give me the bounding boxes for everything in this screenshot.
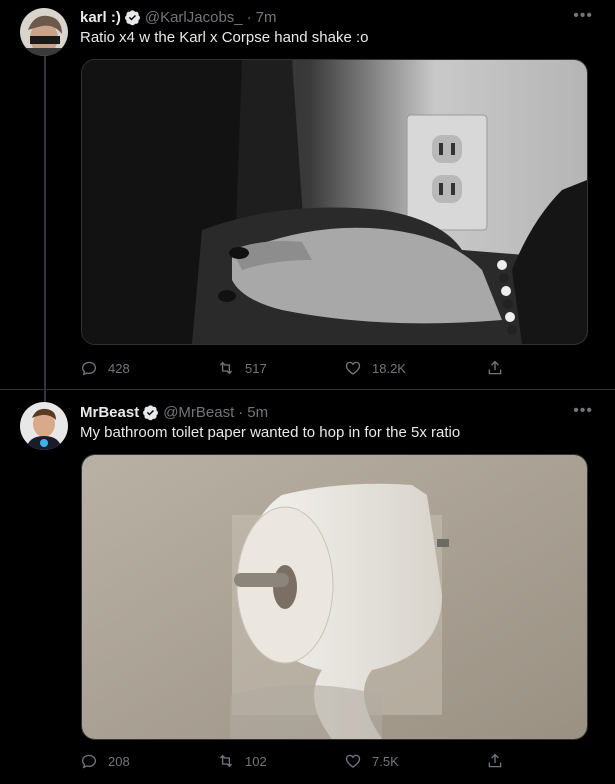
verified-badge-icon	[142, 404, 159, 421]
avatar[interactable]	[20, 8, 68, 56]
tweet-text: Ratio x4 w the Karl x Corpse hand shake …	[80, 29, 369, 46]
retweet-icon	[219, 361, 233, 375]
retweet-icon	[219, 754, 233, 768]
more-horizontal-icon[interactable]: •••	[573, 402, 593, 420]
tweet-divider	[0, 389, 615, 390]
more-horizontal-icon[interactable]: •••	[573, 7, 593, 25]
retweet-count: 517	[245, 360, 267, 376]
tweet-header: MrBeast @MrBeast · 5m	[80, 402, 268, 422]
display-name[interactable]: karl :)	[80, 9, 121, 26]
verified-badge-icon	[124, 9, 141, 26]
retweet-count: 102	[245, 753, 267, 769]
share-icon	[488, 753, 502, 768]
like-button[interactable]: 18.2K	[344, 359, 406, 377]
share-button[interactable]	[486, 752, 514, 770]
separator-dot: ·	[246, 8, 252, 26]
share-icon	[488, 360, 502, 375]
reply-button[interactable]: 208	[80, 752, 130, 770]
like-count: 18.2K	[372, 360, 406, 376]
tweet-media-photo[interactable]	[81, 454, 588, 740]
reply-button[interactable]: 428	[80, 359, 130, 377]
share-button[interactable]	[486, 359, 514, 377]
tweet-karl[interactable]: karl :) @KarlJacobs_ · 7m ••• Ratio x4 w…	[0, 7, 615, 387]
tweet-media-photo[interactable]	[81, 59, 588, 345]
user-handle[interactable]: @MrBeast	[163, 404, 234, 421]
user-handle[interactable]: @KarlJacobs_	[145, 9, 243, 26]
reply-icon	[81, 361, 97, 376]
heart-icon	[345, 361, 361, 375]
reply-count: 208	[108, 753, 130, 769]
heart-icon	[345, 754, 361, 768]
avatar[interactable]	[20, 402, 68, 450]
tweet-text: My bathroom toilet paper wanted to hop i…	[80, 424, 461, 441]
like-button[interactable]: 7.5K	[344, 752, 399, 770]
tweet-actions: 428 517 18.2K	[80, 359, 520, 379]
retweet-button[interactable]: 102	[217, 752, 267, 770]
tweet-actions: 208 102 7.5K	[80, 752, 520, 772]
display-name[interactable]: MrBeast	[80, 404, 139, 421]
retweet-button[interactable]: 517	[217, 359, 267, 377]
like-count: 7.5K	[372, 753, 399, 769]
reply-icon	[81, 754, 97, 769]
tweet-header: karl :) @KarlJacobs_ · 7m	[80, 7, 276, 27]
reply-count: 428	[108, 360, 130, 376]
tweet-mrbeast[interactable]: MrBeast @MrBeast · 5m ••• My bathroom to…	[0, 402, 615, 782]
timestamp[interactable]: 5m	[247, 404, 268, 421]
separator-dot: ·	[238, 403, 244, 421]
timestamp[interactable]: 7m	[256, 9, 277, 26]
